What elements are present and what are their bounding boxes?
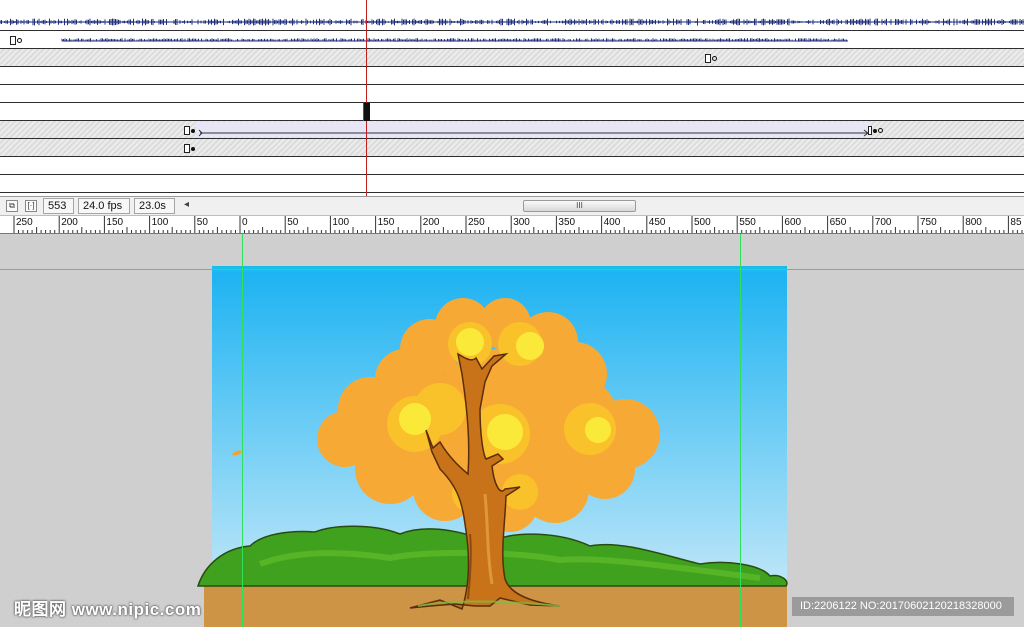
- stage-area[interactable]: [0, 234, 1024, 627]
- layer-row-4[interactable]: [0, 67, 1024, 85]
- keyframe-end[interactable]: [868, 126, 883, 136]
- current-frame-field[interactable]: 553: [43, 198, 74, 214]
- ruler-tick-label: 700: [874, 217, 892, 228]
- ruler-tick-label: 85: [1010, 217, 1022, 228]
- layer-row-5[interactable]: [0, 85, 1024, 103]
- keyframe-blank[interactable]: [705, 54, 717, 64]
- guide-horizontal[interactable]: [0, 269, 1024, 270]
- horizontal-scrollbar-thumb[interactable]: III: [523, 200, 636, 212]
- ruler-tick-label: 150: [106, 217, 124, 228]
- guide-vertical-right[interactable]: [740, 234, 741, 627]
- layer-row-audio-1[interactable]: [0, 13, 1024, 31]
- ruler-tick-label: 500: [694, 217, 711, 228]
- layer-row-10[interactable]: [0, 175, 1024, 193]
- scroll-left-icon[interactable]: ◂: [184, 199, 189, 210]
- ruler-tick-label: 800: [965, 217, 982, 228]
- tween-arrow: [198, 129, 869, 137]
- layer-row-9[interactable]: [0, 157, 1024, 175]
- ruler-tick-label: 600: [784, 217, 802, 228]
- ruler-tick-label: 450: [648, 217, 666, 228]
- layer-row-8[interactable]: [0, 139, 1024, 157]
- ruler-tick-label: 750: [920, 217, 937, 228]
- keyframe-blank[interactable]: [10, 36, 22, 46]
- ruler-tick-label: 550: [739, 217, 756, 228]
- audio-waveform: [0, 18, 1024, 26]
- timeline-panel[interactable]: [0, 0, 1024, 196]
- audio-waveform: [61, 38, 848, 42]
- layer-row-tween[interactable]: [0, 121, 1024, 139]
- layer-row-audio-2[interactable]: [0, 31, 1024, 49]
- ruler-tick-label: 400: [603, 217, 621, 228]
- horizontal-ruler: 250 200 150 100 50 0 50 100 150 200 250 300 350 400 45…: [0, 216, 1024, 234]
- stage-artwork: [196, 266, 788, 627]
- ruler-tick-label: 100: [332, 217, 350, 228]
- ruler-tick-label: 350: [558, 217, 576, 228]
- ruler-tick-label: 50: [196, 217, 208, 228]
- onion-skin-icon[interactable]: [·]: [25, 200, 37, 212]
- guide-vertical-left[interactable]: [242, 234, 243, 627]
- playhead-handle[interactable]: [363, 103, 370, 121]
- ruler-tick-label: 200: [61, 217, 78, 228]
- ruler-tick-label: 650: [829, 217, 847, 228]
- ruler-tick-label: 50: [287, 217, 299, 228]
- watermark-id: ID:2206122 NO:20170602120218328000: [792, 597, 1014, 616]
- ruler-tick-label: 100: [151, 217, 169, 228]
- keyframe-start[interactable]: [184, 144, 195, 154]
- ruler-tick-label: 0: [242, 217, 248, 228]
- ruler-tick-label: 250: [468, 217, 485, 228]
- ruler-tick-label: 150: [377, 217, 395, 228]
- layer-row-3[interactable]: [0, 49, 1024, 67]
- keyframe-start[interactable]: [184, 126, 195, 136]
- watermark-logo: 昵图网 www.nipic.com: [14, 600, 202, 619]
- ruler-tick-label: 300: [513, 217, 530, 228]
- layer-row-6[interactable]: [0, 103, 1024, 121]
- timeline-status-bar: ⧉ [·] 553 24.0 fps 23.0s ◂ III: [0, 196, 1024, 216]
- elapsed-time-field: 23.0s: [134, 198, 175, 214]
- ruler-tick-label: 250: [16, 217, 33, 228]
- frame-rate-field[interactable]: 24.0 fps: [78, 198, 130, 214]
- ruler-tick-label: 200: [422, 217, 440, 228]
- center-frame-icon[interactable]: ⧉: [6, 200, 18, 212]
- playhead-line[interactable]: [366, 0, 367, 196]
